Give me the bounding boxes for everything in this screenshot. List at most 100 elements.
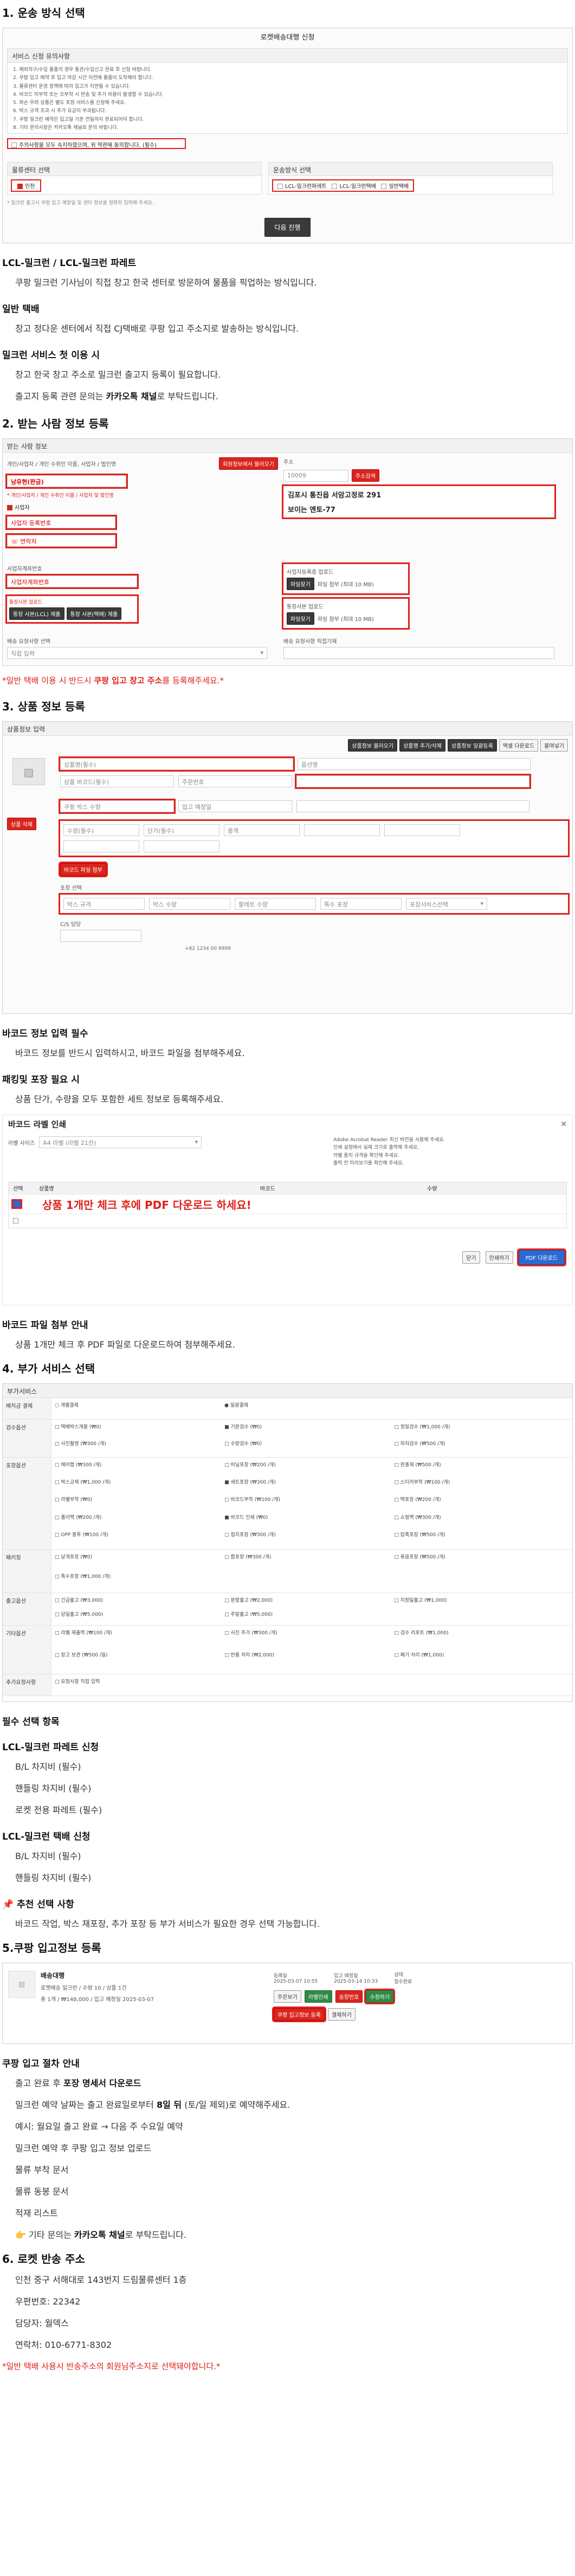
addon-option[interactable]: □ OPP 봉투 (₩100 /개) xyxy=(55,1530,224,1547)
pay-button[interactable]: 결제하기 xyxy=(327,2008,356,2021)
addon-option[interactable]: □ 사진촬영 (₩300 /개) xyxy=(55,1439,224,1455)
addon-option[interactable]: □ 묶음포장 (₩500 /개) xyxy=(394,1552,564,1571)
address-search-button[interactable]: 주소검색 xyxy=(352,469,379,482)
addon-option[interactable]: □ 요청사항 직접 입력 xyxy=(55,1677,224,1693)
addon-option[interactable]: □ 쇼핑백 (₩300 /개) xyxy=(394,1512,564,1530)
addon-option[interactable]: □ 주말출고 (₩5,000) xyxy=(224,1609,394,1623)
addon-option[interactable]: □ 검수 리포트 (₩1,000) xyxy=(394,1628,564,1650)
extra-field-4[interactable] xyxy=(144,840,219,852)
extra-input[interactable] xyxy=(296,800,529,812)
addon-option[interactable]: □ 압축포장 (₩500 /개) xyxy=(394,1530,564,1547)
total-input[interactable]: 총액 xyxy=(224,824,300,836)
memo-input[interactable] xyxy=(283,647,554,659)
addon-option[interactable]: □ 분할출고 (₩2,000) xyxy=(224,1595,394,1609)
addon-option[interactable]: □ 수량검수 (₩0) xyxy=(224,1439,394,1455)
addon-option[interactable]: □ 택배박스개봉 (₩0) xyxy=(55,1422,224,1439)
pack-field-pallet-qty[interactable]: 팔레트 수량 xyxy=(235,898,316,910)
option-lcl-pallet[interactable]: LCL-밀크런파레트 xyxy=(277,184,327,190)
quantity-input[interactable]: 수량(필수) xyxy=(63,824,139,836)
edit-button[interactable]: 수정하기 xyxy=(364,1989,396,2004)
addon-option[interactable]: □ 창고 보관 (₩500 /일) xyxy=(55,1650,224,1672)
extra-field-1[interactable] xyxy=(304,824,380,836)
addon-option[interactable]: ■ 기본검수 (₩0) xyxy=(224,1422,394,1439)
addon-option[interactable]: □ 합포장 (₩300 /개) xyxy=(224,1552,394,1571)
addon-option[interactable]: ○ 개별결제 xyxy=(55,1400,224,1417)
addon-option[interactable]: □ 정밀검수 (₩1,000 /개) xyxy=(394,1422,564,1439)
pack-field-special[interactable]: 특수 포장 xyxy=(320,898,402,910)
label-size-select[interactable]: A4 라벨 (라벨 21칸) ▾ xyxy=(39,1136,202,1148)
addon-option[interactable]: □ 라벨 재출력 (₩100 /개) xyxy=(55,1628,224,1650)
next-button[interactable]: 다음 진행 xyxy=(264,218,311,237)
barcode-input[interactable]: 상품 바코드(필수) xyxy=(60,775,174,787)
addon-option[interactable]: □ 스티커부착 (₩100 /개) xyxy=(394,1477,564,1494)
order-number-input[interactable]: 주문번호 xyxy=(178,775,292,787)
product-toolbar-button[interactable]: 상품행 추가/삭제 xyxy=(399,739,446,752)
addon-option[interactable]: □ 완충재 (₩500 /개) xyxy=(394,1460,564,1477)
box-quantity-input[interactable]: 쿠팡 박스 수량 xyxy=(59,799,176,814)
name-input[interactable]: 남유현(판금) xyxy=(5,474,128,489)
extra-field-3[interactable] xyxy=(63,840,139,852)
addon-option[interactable]: □ 긴급출고 (₩3,000) xyxy=(55,1595,224,1609)
addon-option[interactable]: □ 특수포장 (₩1,000 /개) xyxy=(55,1571,224,1591)
option-lcl-parcel[interactable]: LCL-밀크런택배 xyxy=(332,184,376,190)
product-name-input[interactable]: 상품명(필수) xyxy=(59,756,295,772)
addon-option[interactable]: □ 접지포장 (₩300 /개) xyxy=(224,1530,394,1547)
product-toolbar-button[interactable]: 붙여넣기 xyxy=(540,739,568,752)
option-name-input[interactable]: 옵션명 xyxy=(298,758,531,770)
bank-copy-parcel-button[interactable]: 통장 사본(택배) 제출 xyxy=(66,607,122,620)
zip-input[interactable]: 10009 xyxy=(283,469,348,482)
cert-file-button[interactable]: 파일찾기 xyxy=(287,578,314,590)
pack-service-select[interactable]: 포장서비스선택 ▾ xyxy=(406,898,487,910)
addon-option[interactable]: ● 일괄결제 xyxy=(224,1400,394,1417)
account-file-button[interactable]: 파일찾기 xyxy=(287,612,314,625)
close-button[interactable]: 닫기 xyxy=(462,1251,480,1264)
addon-option[interactable]: □ 반품 처리 (₩2,000) xyxy=(224,1650,394,1672)
account-input[interactable]: 사업자계좌번호 xyxy=(5,574,139,589)
row-checkbox[interactable] xyxy=(13,1218,18,1224)
delivery-select[interactable]: 직접 입력 ▾ xyxy=(7,647,267,659)
view-order-button[interactable]: 주문보기 xyxy=(274,1990,301,2003)
addon-option[interactable]: □ 택포장 (₩200 /개) xyxy=(394,1494,564,1512)
close-icon[interactable]: ✕ xyxy=(560,1120,567,1129)
radio-business[interactable]: 사업자 xyxy=(7,503,278,511)
load-member-button[interactable]: 회원정보에서 불러오기 xyxy=(218,457,278,470)
pack-field-box-size[interactable]: 박스 규격 xyxy=(63,898,145,910)
addon-option[interactable]: □ 폐기 처리 (₩1,000) xyxy=(394,1650,564,1672)
tracking-input[interactable] xyxy=(295,774,531,789)
product-toolbar-button[interactable]: 엑셀 다운로드 xyxy=(499,739,539,752)
delete-product-button[interactable]: 상품 삭제 xyxy=(7,818,36,830)
addon-option[interactable]: □ 박스교체 (₩1,000 /개) xyxy=(55,1477,224,1494)
warehouse-option[interactable]: 인천 xyxy=(11,179,42,192)
business-number-input[interactable]: 사업자 등록번호 xyxy=(5,515,117,530)
bank-copy-lcl-button[interactable]: 통장 사본(LCL) 제출 xyxy=(9,607,64,620)
row-checkbox-checked[interactable] xyxy=(11,1199,22,1209)
expected-date-input[interactable]: 입고 예정일 xyxy=(178,800,292,812)
addon-option[interactable]: □ 비닐포장 (₩200 /개) xyxy=(224,1460,394,1477)
phone-input[interactable]: ☏ 연락처 xyxy=(5,533,117,548)
address-line-1[interactable]: 김포시 통진읍 서암고정로 291 xyxy=(288,489,550,500)
addon-option[interactable]: □ 낱개포장 (₩0) xyxy=(55,1552,224,1571)
pack-field-box-qty[interactable]: 박스 수량 xyxy=(149,898,230,910)
addon-option[interactable]: ■ 바코드 인쇄 (₩0) xyxy=(224,1512,394,1530)
label-print-button[interactable]: 라벨인쇄 xyxy=(304,1990,332,2003)
addon-option[interactable]: ■ 세트포장 (₩300 /개) xyxy=(224,1477,394,1494)
addon-option[interactable]: □ 당일출고 (₩5,000) xyxy=(55,1609,224,1623)
product-toolbar-button[interactable]: 상품정보 일괄등록 xyxy=(448,739,497,752)
cs-input[interactable] xyxy=(60,930,141,942)
print-button[interactable]: 인쇄하기 xyxy=(485,1251,513,1264)
coupang-register-button[interactable]: 쿠팡 입고정보 등록 xyxy=(272,2007,326,2022)
unit-price-input[interactable]: 단가(필수) xyxy=(144,824,219,836)
addon-option[interactable]: □ 하자검수 (₩500 /개) xyxy=(394,1439,564,1455)
addon-option[interactable]: □ 지정일출고 (₩1,000) xyxy=(394,1595,564,1609)
pdf-download-button[interactable]: PDF 다운로드 xyxy=(516,1248,567,1266)
addon-option[interactable]: □ 라벨부착 (₩0) xyxy=(55,1494,224,1512)
product-toolbar-button[interactable]: 상품정보 불러오기 xyxy=(348,739,398,752)
addon-option[interactable]: □ 바코드부착 (₩100 /개) xyxy=(224,1494,394,1512)
extra-field-2[interactable] xyxy=(384,824,460,836)
addon-option[interactable]: □ 폴리백 (₩200 /개) xyxy=(55,1512,224,1530)
option-general-parcel[interactable]: 일반택배 xyxy=(381,184,409,190)
agree-checkbox[interactable]: 주의사항을 모두 숙지하였으며, 위 약관에 동의합니다. (필수) xyxy=(7,138,186,149)
address-line-2[interactable]: 보이는 엔토-77 xyxy=(288,504,550,514)
addon-option[interactable]: □ 사진 추가 (₩300 /개) xyxy=(224,1628,394,1650)
tracking-button[interactable]: 송장번호 xyxy=(335,1990,363,2003)
